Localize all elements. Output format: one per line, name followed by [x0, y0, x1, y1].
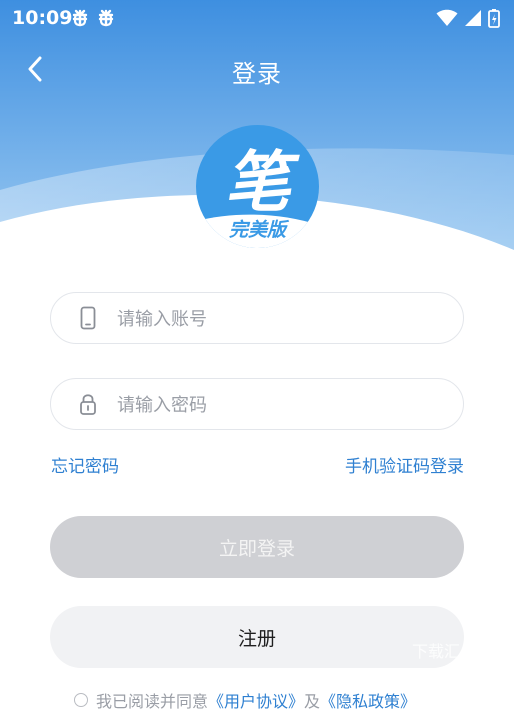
- user-agreement-link[interactable]: 《用户协议》: [208, 688, 304, 712]
- forgot-password-link[interactable]: 忘记密码: [51, 452, 119, 477]
- privacy-policy-link[interactable]: 《隐私政策》: [320, 688, 416, 712]
- sms-login-link[interactable]: 手机验证码登录: [345, 452, 464, 477]
- status-bar: 10:09: [0, 0, 514, 36]
- agreement-radio[interactable]: [74, 693, 88, 707]
- watermark: 下载汇: [412, 642, 461, 661]
- bug-icon: [98, 9, 114, 27]
- account-field[interactable]: [50, 292, 464, 345]
- password-input[interactable]: [115, 379, 449, 431]
- signal-icon: [465, 10, 481, 26]
- password-field[interactable]: [50, 378, 464, 431]
- battery-charging-icon: [488, 9, 500, 28]
- bug-icon: [72, 9, 88, 27]
- phone-icon: [77, 306, 99, 330]
- agreement-prefix: 我已阅读并同意: [96, 692, 209, 711]
- nav-bar: 登录: [0, 46, 514, 92]
- agreement-row: 我已阅读并同意 《用户协议》 及 《隐私政策》: [74, 688, 416, 712]
- app-logo: 笔 完美版: [196, 125, 319, 248]
- wifi-icon: [436, 9, 458, 26]
- lock-icon: [77, 392, 99, 416]
- login-button[interactable]: 立即登录: [50, 516, 464, 578]
- register-button[interactable]: 注册: [50, 606, 464, 668]
- login-screen: 10:09 登录 笔 完美版 请输入账号 忘记密码 手机验证码登录 立即登录 注…: [0, 0, 514, 720]
- logo-edition-label: 完美版: [228, 219, 286, 241]
- page-title: 登录: [232, 60, 282, 88]
- account-input[interactable]: [115, 293, 449, 345]
- agreement-and: 及: [304, 692, 321, 711]
- status-time: 10:09: [12, 7, 73, 29]
